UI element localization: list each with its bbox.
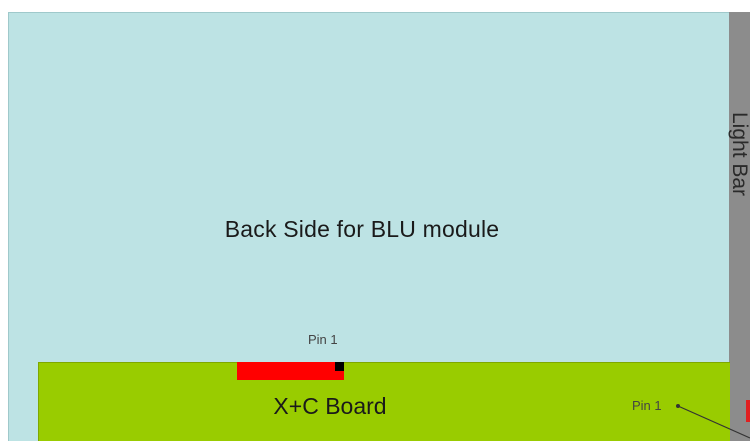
pin-1-leader-line (676, 404, 750, 439)
leader-line (677, 405, 750, 439)
leader-dot (676, 404, 680, 408)
diagram-canvas: Back Side for BLU module Light Bar X+C B… (0, 0, 750, 441)
